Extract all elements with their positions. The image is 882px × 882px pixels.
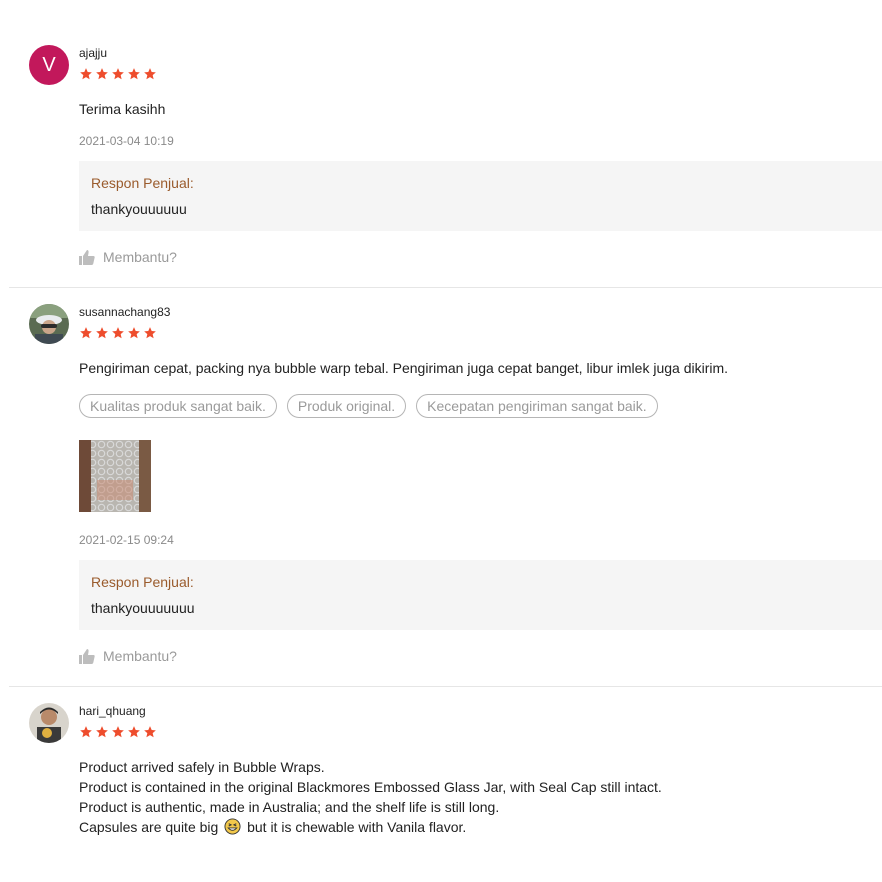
star-icon xyxy=(112,68,124,80)
review-photo[interactable] xyxy=(79,440,151,512)
star-icon xyxy=(128,68,140,80)
review-tag: Produk original. xyxy=(286,394,407,418)
review-text-line: Product arrived safely in Bubble Wraps. xyxy=(79,759,325,775)
helpful-label: Membantu? xyxy=(103,648,177,664)
star-icon xyxy=(80,68,92,80)
star-icon xyxy=(144,68,156,80)
seller-response: Respon Penjual: thankyouuuuuuu xyxy=(79,560,882,630)
review-tag: Kualitas produk sangat baik. xyxy=(79,394,277,418)
review-photo-image xyxy=(79,440,151,512)
review-username[interactable]: hari_qhuang xyxy=(79,704,146,718)
rating-stars xyxy=(79,326,157,340)
avatar[interactable] xyxy=(29,703,69,743)
review-text-segment: but it is chewable with Vanila flavor. xyxy=(247,819,467,835)
star-icon xyxy=(112,327,124,339)
helpful-button[interactable]: Membantu? xyxy=(79,648,177,664)
grinning-emoji-icon xyxy=(224,818,241,835)
star-icon xyxy=(96,327,108,339)
review-tags: Kualitas produk sangat baik. Produk orig… xyxy=(79,394,658,418)
helpful-label: Membantu? xyxy=(103,249,177,265)
avatar[interactable]: V xyxy=(29,45,69,85)
review-username[interactable]: ajajju xyxy=(79,46,107,60)
divider xyxy=(9,686,882,687)
thumbs-up-icon xyxy=(79,648,95,664)
avatar-letter: V xyxy=(42,53,56,76)
review-text: Product arrived safely in Bubble Wraps. … xyxy=(79,757,662,837)
star-icon xyxy=(144,726,156,738)
seller-response: Respon Penjual: thankyouuuuuu xyxy=(79,161,882,231)
star-icon xyxy=(96,68,108,80)
star-icon xyxy=(128,327,140,339)
review-text: Terima kasihh xyxy=(79,101,166,117)
seller-response-text: thankyouuuuuuu xyxy=(91,600,195,616)
star-icon xyxy=(144,327,156,339)
avatar-photo xyxy=(29,703,69,743)
review-text-segment: Capsules are quite big xyxy=(79,819,219,835)
review-text-line: Product is authentic, made in Australia;… xyxy=(79,799,500,815)
review-text-line: Capsules are quite big but it is chewabl… xyxy=(79,817,662,837)
star-icon xyxy=(80,726,92,738)
star-icon xyxy=(96,726,108,738)
thumbs-up-icon xyxy=(79,249,95,265)
review-username[interactable]: susannachang83 xyxy=(79,305,170,319)
avatar-photo xyxy=(29,304,69,344)
star-icon xyxy=(112,726,124,738)
seller-response-label: Respon Penjual: xyxy=(91,175,194,191)
review-tag: Kecepatan pengiriman sangat baik. xyxy=(416,394,658,418)
rating-stars xyxy=(79,67,157,81)
helpful-button[interactable]: Membantu? xyxy=(79,249,177,265)
avatar[interactable] xyxy=(29,304,69,344)
star-icon xyxy=(80,327,92,339)
review-date: 2021-03-04 10:19 xyxy=(79,134,174,148)
review-date: 2021-02-15 09:24 xyxy=(79,533,174,547)
star-icon xyxy=(128,726,140,738)
review-text: Pengiriman cepat, packing nya bubble war… xyxy=(79,360,729,376)
seller-response-label: Respon Penjual: xyxy=(91,574,194,590)
rating-stars xyxy=(79,725,157,739)
review-text-line: Product is contained in the original Bla… xyxy=(79,779,662,795)
seller-response-text: thankyouuuuuu xyxy=(91,201,187,217)
divider xyxy=(9,287,882,288)
